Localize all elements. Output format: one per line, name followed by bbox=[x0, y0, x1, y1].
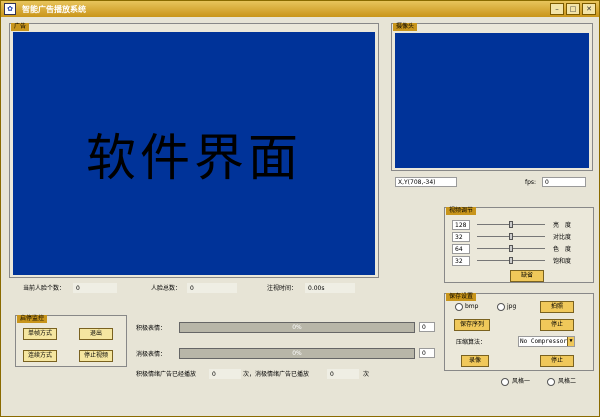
negative-count: 0 bbox=[419, 348, 435, 358]
view-time-field: 0.00s bbox=[305, 283, 355, 293]
video-adjust-label: 视频调节 bbox=[446, 207, 477, 215]
total-faces-label: 人脸总数： bbox=[151, 285, 182, 292]
slider-thumb[interactable] bbox=[509, 245, 513, 252]
adjust-slider[interactable] bbox=[477, 220, 545, 229]
continuous-button[interactable]: 连续方式 bbox=[23, 350, 57, 362]
default-button[interactable]: 缺省 bbox=[510, 270, 544, 282]
current-faces-label: 当前人脸个数： bbox=[23, 285, 66, 292]
bmp-radio[interactable] bbox=[455, 303, 463, 311]
slider-thumb[interactable] bbox=[509, 257, 513, 264]
adjust-value-field[interactable]: 32 bbox=[452, 256, 470, 266]
app-icon: ✿ bbox=[4, 3, 16, 15]
monitor-label: 启停监控 bbox=[17, 315, 48, 323]
summary-suffix: 次 bbox=[363, 371, 370, 378]
adjust-label: 亮 度 bbox=[553, 222, 572, 229]
compression-label: 压缩算法： bbox=[456, 339, 487, 346]
chevron-down-icon[interactable]: ▼ bbox=[567, 337, 574, 346]
exit-button[interactable]: 退出 bbox=[79, 328, 113, 340]
positive-count: 0 bbox=[419, 322, 435, 332]
adjust-label: 色 度 bbox=[553, 246, 572, 253]
camera-panel-label: 摄像头 bbox=[393, 23, 418, 31]
camera-panel: 摄像头 bbox=[391, 23, 593, 171]
ad-overlay-text: 软件界面 bbox=[86, 129, 302, 187]
title-bar: ✿ 智能广告播放系统 – □ ✕ bbox=[1, 1, 599, 17]
style1-label: 风格一 bbox=[512, 378, 531, 385]
slider-thumb[interactable] bbox=[509, 221, 513, 228]
ad-panel-label: 广告 bbox=[11, 23, 30, 31]
save-settings-label: 保存设置 bbox=[446, 293, 477, 301]
adjust-slider[interactable] bbox=[477, 244, 545, 253]
current-faces-field: 0 bbox=[73, 283, 117, 293]
adjust-value-field[interactable]: 32 bbox=[452, 232, 470, 242]
compression-value: No Compressor bbox=[520, 338, 567, 345]
compression-select[interactable]: No Compressor ▼ bbox=[518, 336, 575, 347]
total-faces-field: 0 bbox=[187, 283, 237, 293]
coords-field: X,Y(708,-34) bbox=[395, 177, 457, 187]
stop-record-button[interactable]: 停止 bbox=[540, 355, 574, 367]
negative-progress: 0% bbox=[179, 348, 415, 359]
bmp-label: bmp bbox=[465, 303, 479, 310]
adjust-value-field[interactable]: 64 bbox=[452, 244, 470, 254]
positive-expression-label: 积极表情： bbox=[136, 325, 167, 332]
view-time-label: 注视时间： bbox=[267, 285, 298, 292]
window-title: 智能广告播放系统 bbox=[22, 4, 86, 14]
camera-display bbox=[395, 33, 589, 168]
summary-prefix: 积极情绪广告已经播放 bbox=[136, 371, 197, 378]
minimize-button[interactable]: – bbox=[550, 3, 564, 15]
style2-radio[interactable] bbox=[547, 378, 555, 386]
maximize-button[interactable]: □ bbox=[566, 3, 580, 15]
summary-mid: 次，消极情绪广告已播放 bbox=[243, 371, 310, 378]
ad-display: 软件界面 bbox=[13, 32, 375, 275]
fps-field: 0 bbox=[542, 177, 586, 187]
stop-video-button[interactable]: 停止视频 bbox=[79, 350, 113, 362]
save-sequence-button[interactable]: 保存序列 bbox=[454, 319, 490, 331]
style1-radio[interactable] bbox=[501, 378, 509, 386]
positive-progress: 0% bbox=[179, 322, 415, 333]
style2-label: 风格二 bbox=[558, 378, 577, 385]
adjust-slider[interactable] bbox=[477, 232, 545, 241]
adjust-label: 对比度 bbox=[553, 234, 572, 241]
photo-button[interactable]: 拍照 bbox=[540, 301, 574, 313]
jpg-label: jpg bbox=[507, 303, 517, 310]
record-button[interactable]: 录像 bbox=[461, 355, 489, 367]
summary-positive-field: 0 bbox=[209, 369, 241, 379]
fps-label: fps: bbox=[525, 179, 537, 186]
close-button[interactable]: ✕ bbox=[582, 3, 596, 15]
summary-negative-field: 0 bbox=[327, 369, 359, 379]
single-frame-button[interactable]: 单帧方式 bbox=[23, 328, 57, 340]
ad-panel: 广告 软件界面 bbox=[9, 23, 379, 278]
main-window: ✿ 智能广告播放系统 – □ ✕ 广告 软件界面 摄像头 X,Y(708,-34… bbox=[0, 0, 600, 417]
adjust-value-field[interactable]: 128 bbox=[452, 220, 470, 230]
adjust-slider[interactable] bbox=[477, 256, 545, 265]
slider-thumb[interactable] bbox=[509, 233, 513, 240]
adjust-label: 饱和度 bbox=[553, 258, 572, 265]
negative-expression-label: 消极表情： bbox=[136, 351, 167, 358]
jpg-radio[interactable] bbox=[497, 303, 505, 311]
stop-sequence-button[interactable]: 停止 bbox=[540, 319, 574, 331]
